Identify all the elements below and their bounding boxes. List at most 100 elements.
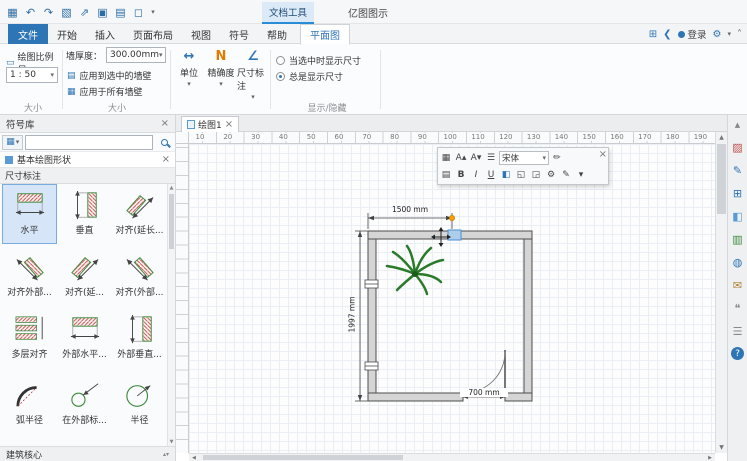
help-icon[interactable]: ? bbox=[731, 347, 744, 360]
panel-close-icon[interactable]: × bbox=[161, 119, 169, 129]
apply-selected-walls-button[interactable]: ▤ 应用到选中的墙壁 bbox=[66, 68, 152, 83]
settings-gear-icon[interactable]: ⚙ bbox=[713, 29, 722, 40]
scroll-thumb[interactable] bbox=[169, 194, 174, 249]
dimension-label-left[interactable]: 1997 mm bbox=[348, 286, 357, 344]
radio-show-when-selected[interactable]: 当选中时显示尺寸 bbox=[276, 53, 361, 67]
align-icon[interactable]: ☰ bbox=[484, 150, 498, 165]
qat-dropdown-icon[interactable]: ▾ bbox=[148, 4, 158, 21]
vertical-scrollbar[interactable]: ▲ ▼ bbox=[715, 132, 727, 453]
fill-color-icon[interactable]: ◧ bbox=[499, 167, 513, 182]
dimension-label-bottom[interactable]: 700 mm bbox=[460, 388, 508, 397]
grid-options-icon[interactable]: ▦ bbox=[439, 150, 453, 165]
symbol-aligned-outside-2[interactable]: 对齐(外部... bbox=[112, 246, 167, 306]
library-search-input[interactable] bbox=[25, 135, 153, 150]
symbol-aligned-outside[interactable]: 对齐外部... bbox=[2, 246, 57, 306]
selected-wall-item[interactable] bbox=[448, 230, 461, 240]
paste-style-icon[interactable]: ◲ bbox=[529, 167, 543, 182]
dimension-lines[interactable] bbox=[355, 213, 505, 401]
section-dimension-header[interactable]: 尺寸标注 bbox=[0, 168, 175, 184]
apply-all-walls-button[interactable]: ▦ 应用于所有墙壁 bbox=[66, 84, 143, 99]
table-pane-icon[interactable]: ▥ bbox=[730, 232, 745, 247]
search-button[interactable] bbox=[155, 135, 173, 150]
share-icon[interactable]: ❮ bbox=[663, 29, 671, 40]
font-family-combo[interactable]: 宋体▾ bbox=[499, 151, 549, 165]
section-basic-shapes[interactable]: 基本绘图形状 × bbox=[0, 152, 175, 168]
symbol-multilayer-align[interactable]: 多层对齐 bbox=[2, 308, 57, 368]
precision-button[interactable]: N 精确度 ▾ bbox=[205, 44, 237, 115]
note-pane-icon[interactable]: ✉ bbox=[730, 278, 745, 293]
scroll-down-icon[interactable]: ▼ bbox=[716, 444, 727, 451]
toolbar-close-icon[interactable]: × bbox=[599, 149, 607, 160]
undo-icon[interactable]: ↶ bbox=[22, 4, 39, 21]
print-icon[interactable]: ▤ bbox=[112, 4, 129, 21]
login-button[interactable]: 登录 bbox=[678, 27, 707, 41]
pen-pane-icon[interactable]: ✎ bbox=[730, 163, 745, 178]
tab-insert[interactable]: 插入 bbox=[86, 24, 124, 44]
unit-button[interactable]: ↔ 单位 ▾ bbox=[173, 44, 205, 115]
scale-combo[interactable]: 1 : 50▾ bbox=[6, 67, 58, 83]
symbol-outer-horizontal[interactable]: 外部水平... bbox=[57, 308, 112, 368]
section-expand-icon[interactable]: ▴▾ bbox=[163, 451, 169, 458]
hyperlink-pane-icon[interactable]: ◍ bbox=[730, 255, 745, 270]
tab-page-layout[interactable]: 页面布局 bbox=[124, 24, 182, 44]
symbol-aligned-extend[interactable]: 对齐(延长... bbox=[112, 184, 167, 244]
underline-button[interactable]: U bbox=[484, 167, 498, 182]
section-close-icon[interactable]: × bbox=[162, 155, 170, 165]
document-tab-close-icon[interactable]: × bbox=[225, 120, 233, 130]
contextual-tab-document-tools[interactable]: 文档工具 bbox=[262, 2, 314, 24]
app-logo-icon[interactable]: ▦ bbox=[4, 4, 21, 21]
document-tab[interactable]: 绘图1 × bbox=[181, 116, 239, 132]
comment-pane-icon[interactable]: ❝ bbox=[730, 301, 745, 316]
dimension-handle[interactable] bbox=[449, 215, 454, 220]
brush-icon[interactable]: ✏ bbox=[550, 150, 564, 165]
drawing-viewport[interactable]: 1500 mm 1997 mm 700 mm ▦ A▴ A▾ ☰ 宋体▾ ✏ × bbox=[189, 144, 715, 453]
export-icon[interactable]: ⇗ bbox=[76, 4, 93, 21]
door[interactable] bbox=[464, 350, 505, 393]
plant[interactable] bbox=[387, 246, 443, 294]
symbol-vertical[interactable]: 垂直 bbox=[57, 184, 112, 244]
floor-plan[interactable] bbox=[189, 144, 715, 453]
scroll-left-icon[interactable]: ◀ bbox=[192, 454, 196, 461]
pen-icon[interactable]: ✎ bbox=[559, 167, 573, 182]
table-icon[interactable]: ▤ bbox=[439, 167, 453, 182]
dimension-style-button[interactable]: ∠ 尺寸标注 ▾ bbox=[237, 44, 269, 115]
dimension-label-top[interactable]: 1500 mm bbox=[368, 205, 452, 214]
new-drawing-icon[interactable]: ▧ bbox=[58, 4, 75, 21]
scroll-down-icon[interactable]: ▼ bbox=[168, 439, 175, 445]
section-building-core[interactable]: 建筑核心 ▴▾ bbox=[0, 446, 175, 461]
tab-file[interactable]: 文件 bbox=[8, 24, 48, 44]
window-layout-icon[interactable]: ⊞ bbox=[649, 29, 657, 40]
tools-icon[interactable]: ⚙ bbox=[544, 167, 558, 182]
more-options-icon[interactable]: ▾ bbox=[574, 167, 588, 182]
italic-button[interactable]: I bbox=[469, 167, 483, 182]
rail-scroll-up-icon[interactable]: ▲ bbox=[730, 117, 745, 132]
collapse-ribbon-icon[interactable]: ˄ bbox=[737, 29, 742, 40]
bold-button[interactable]: B bbox=[454, 167, 468, 182]
horizontal-scrollbar[interactable]: ◀ ▶ bbox=[189, 453, 715, 461]
library-pane-icon[interactable]: ⊞ bbox=[730, 186, 745, 201]
copy-style-icon[interactable]: ◱ bbox=[514, 167, 528, 182]
scroll-thumb[interactable] bbox=[203, 455, 403, 460]
symbol-outer-radius[interactable]: 在外部标... bbox=[57, 374, 112, 434]
tab-view[interactable]: 视图 bbox=[182, 24, 220, 44]
tab-help[interactable]: 帮助 bbox=[258, 24, 296, 44]
panel-scrollbar[interactable]: ▲ ▼ bbox=[167, 184, 175, 446]
library-category-button[interactable]: ▦▾ bbox=[2, 135, 23, 150]
room-walls[interactable] bbox=[368, 231, 532, 401]
scroll-right-icon[interactable]: ▶ bbox=[708, 454, 712, 461]
tab-symbol[interactable]: 符号 bbox=[220, 24, 258, 44]
symbol-radius[interactable]: 半径 bbox=[112, 374, 167, 434]
settings-dropdown-icon[interactable]: ▾ bbox=[727, 30, 731, 38]
task-pane-icon[interactable]: ☰ bbox=[730, 324, 745, 339]
radio-always-show[interactable]: 总是显示尺寸 bbox=[276, 69, 343, 83]
preview-icon[interactable]: ◻ bbox=[130, 4, 147, 21]
tab-floor-plan[interactable]: 平面图 bbox=[300, 24, 350, 45]
scroll-up-icon[interactable]: ▲ bbox=[716, 134, 727, 141]
clipart-pane-icon[interactable]: ▨ bbox=[730, 140, 745, 155]
scroll-thumb[interactable] bbox=[717, 144, 726, 214]
symbol-outer-vertical[interactable]: 外部垂直... bbox=[112, 308, 167, 368]
symbol-arc-radius[interactable]: 弧半径 bbox=[2, 374, 57, 434]
tab-home[interactable]: 开始 bbox=[48, 24, 86, 44]
layout-pane-icon[interactable]: ◧ bbox=[730, 209, 745, 224]
scroll-up-icon[interactable]: ▲ bbox=[168, 185, 175, 191]
